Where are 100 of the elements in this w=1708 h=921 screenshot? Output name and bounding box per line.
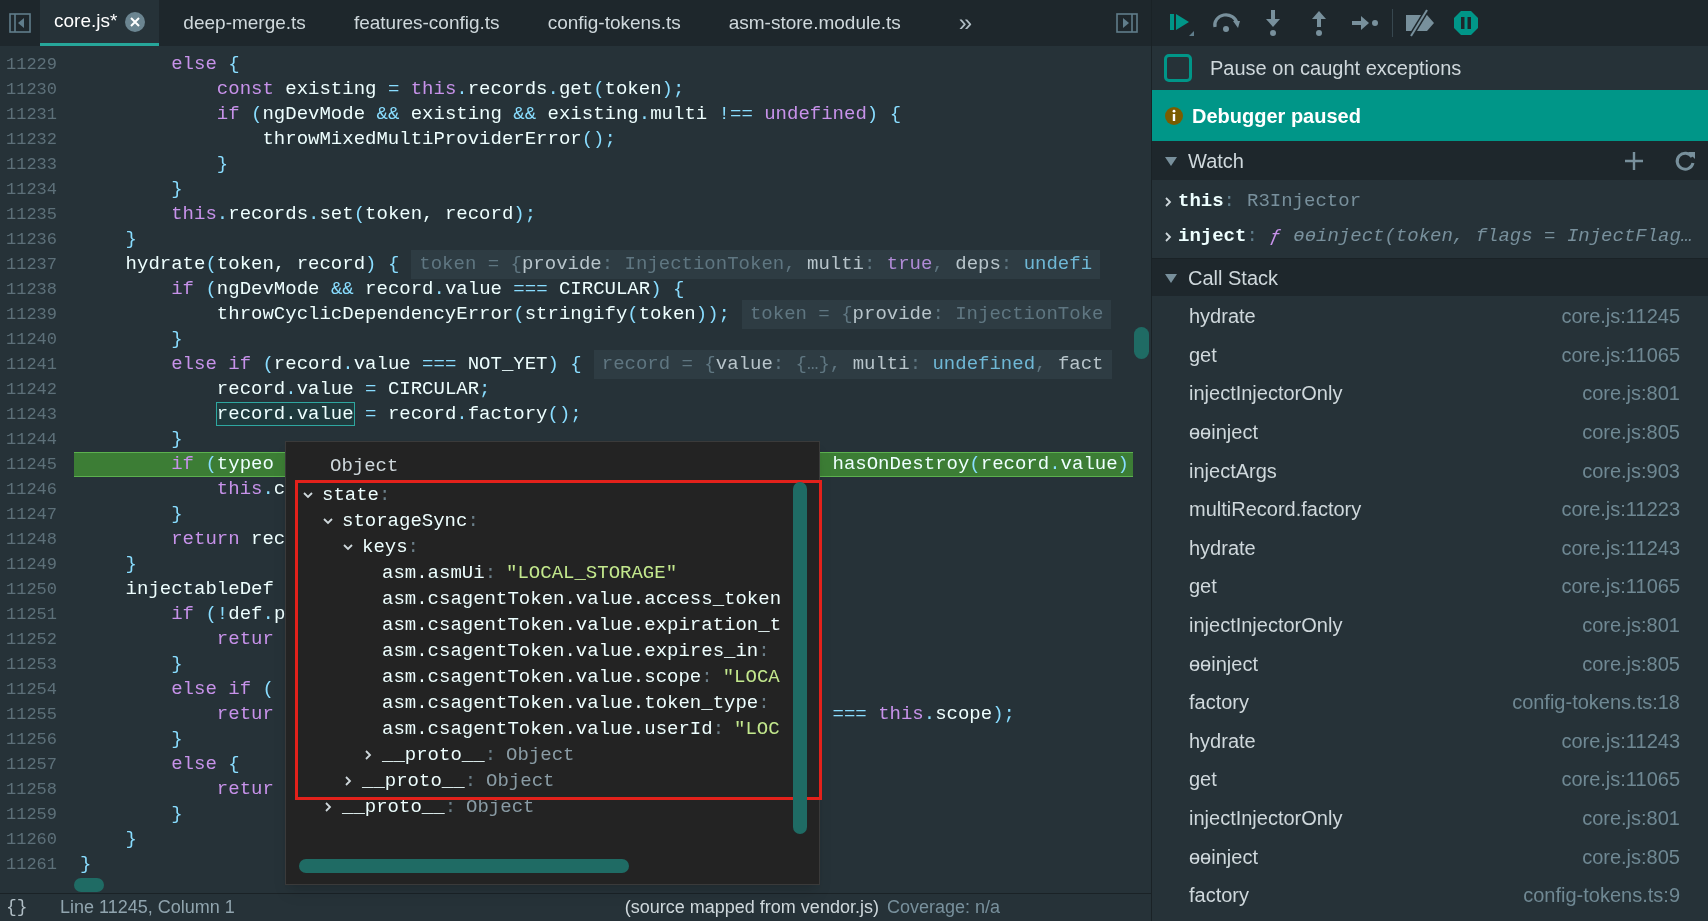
step-over-icon bbox=[1211, 11, 1243, 35]
function-name[interactable]: get bbox=[1189, 339, 1217, 370]
line-number: 11250 bbox=[5, 578, 58, 601]
watch-value: R3Injector bbox=[1247, 189, 1362, 215]
function-name[interactable]: injectArgs bbox=[1189, 455, 1277, 486]
chevron-down-icon[interactable] bbox=[342, 541, 354, 553]
source-location[interactable]: core.js:11243 bbox=[1561, 532, 1680, 563]
section-title: Watch bbox=[1188, 148, 1244, 174]
code-line: } bbox=[170, 177, 183, 203]
function-marker: ƒ bbox=[1269, 224, 1282, 250]
line-number: 11229 bbox=[5, 53, 58, 76]
function-name[interactable]: injectInjectorOnly bbox=[1189, 610, 1343, 641]
function-name[interactable]: get bbox=[1189, 571, 1217, 602]
scrollbar-thumb[interactable] bbox=[299, 859, 629, 873]
source-location[interactable]: core.js:903 bbox=[1582, 455, 1680, 486]
checkbox[interactable] bbox=[1164, 54, 1192, 82]
line-number: 11243 bbox=[5, 403, 58, 426]
code-line: retur bbox=[215, 627, 274, 653]
cursor-position: Line 11245, Column 1 bbox=[60, 896, 235, 919]
code-line: throwMixedMultiProviderError(); bbox=[261, 127, 616, 153]
tab-label: core.js* bbox=[54, 9, 118, 34]
code-line: } bbox=[170, 802, 183, 828]
code-line: else { bbox=[170, 752, 240, 778]
chevron-right-icon[interactable] bbox=[342, 775, 354, 787]
checkbox-label: Pause on caught exceptions bbox=[1210, 56, 1462, 81]
source-location[interactable]: config-tokens.ts:18 bbox=[1512, 687, 1680, 718]
plus-icon[interactable] bbox=[1624, 150, 1644, 171]
more-tabs-button[interactable]: » bbox=[958, 0, 973, 46]
chevron-down-icon[interactable] bbox=[322, 515, 334, 527]
chevron-right-icon[interactable] bbox=[362, 749, 374, 761]
chevron-down-icon[interactable] bbox=[302, 489, 314, 501]
function-name[interactable]: ɵɵinject bbox=[1189, 417, 1258, 448]
source-location[interactable]: core.js:805 bbox=[1582, 648, 1680, 679]
source-location[interactable]: config-tokens.ts:9 bbox=[1523, 880, 1680, 911]
property-value: "LOCAL_STORAGE" bbox=[506, 560, 678, 586]
chevron-right-icon[interactable] bbox=[322, 801, 334, 813]
line-number: 11242 bbox=[5, 378, 58, 401]
editor-tab[interactable]: asm-store.module.ts bbox=[704, 0, 925, 46]
source-location[interactable]: core.js:801 bbox=[1582, 378, 1680, 409]
editor-tab[interactable]: deep-merge.ts bbox=[159, 0, 330, 46]
function-name[interactable]: ɵɵinject bbox=[1189, 841, 1258, 872]
source-map-note: (source mapped from vendor.js) bbox=[624, 896, 879, 919]
source-location[interactable]: core.js:11065 bbox=[1561, 571, 1680, 602]
scrollbar-thumb[interactable] bbox=[793, 482, 807, 834]
source-location[interactable]: core.js:11223 bbox=[1561, 494, 1680, 525]
line-number: 11255 bbox=[5, 703, 58, 726]
line-number: 11247 bbox=[5, 503, 58, 526]
code-line: if (ngDevMode && record.value === CIRCULAR) { bbox=[170, 277, 685, 303]
chevron-right-icon[interactable] bbox=[1162, 230, 1174, 243]
pause-icon bbox=[1453, 10, 1479, 36]
function-name[interactable]: factory bbox=[1189, 880, 1250, 911]
watch-name: inject: bbox=[1178, 224, 1258, 250]
section-header[interactable]: Call Stack bbox=[1152, 259, 1708, 296]
line-number: 11241 bbox=[5, 353, 58, 376]
function-name[interactable]: get bbox=[1189, 764, 1217, 795]
source-location[interactable]: core.js:11245 bbox=[1561, 301, 1680, 332]
chevron-right-icon[interactable] bbox=[1162, 195, 1174, 208]
function-name[interactable]: injectInjectorOnly bbox=[1189, 378, 1343, 409]
source-location[interactable]: core.js:11065 bbox=[1561, 339, 1680, 370]
line-number: 11257 bbox=[5, 753, 58, 776]
function-name[interactable]: hydrate bbox=[1189, 725, 1256, 756]
source-location[interactable]: core.js:801 bbox=[1582, 610, 1680, 641]
section-header[interactable]: Watch bbox=[1152, 141, 1708, 180]
sidebar-toggle-icon[interactable] bbox=[9, 13, 31, 33]
panel-toggle-icon[interactable] bbox=[1116, 13, 1138, 33]
code-line: else if ( bbox=[170, 677, 274, 703]
scrollbar-thumb[interactable] bbox=[1134, 327, 1149, 359]
line-number: 11233 bbox=[5, 153, 58, 176]
editor-tab[interactable]: config-tokens.ts bbox=[523, 0, 705, 46]
source-location[interactable]: core.js:805 bbox=[1582, 417, 1680, 448]
source-location[interactable]: core.js:805 bbox=[1582, 841, 1680, 872]
function-name[interactable]: ɵɵinject bbox=[1189, 648, 1258, 679]
function-name[interactable]: injectInjectorOnly bbox=[1189, 803, 1343, 833]
popup-title: Object bbox=[330, 454, 399, 479]
coverage-status: Coverage: n/a bbox=[886, 896, 1000, 919]
editor-tab[interactable]: features-config.ts bbox=[329, 0, 524, 46]
line-number: 11249 bbox=[5, 553, 58, 576]
function-name[interactable]: factory bbox=[1189, 687, 1250, 718]
function-name[interactable]: hydrate bbox=[1189, 532, 1256, 563]
source-location[interactable]: core.js:11243 bbox=[1561, 725, 1680, 756]
code-line: const existing = this.records.get(token); bbox=[215, 77, 685, 103]
line-number: 11256 bbox=[5, 728, 58, 751]
source-location[interactable]: core.js:11065 bbox=[1561, 764, 1680, 795]
line-number: 11245 bbox=[5, 453, 58, 476]
code-line: return rec bbox=[170, 527, 286, 553]
source-location[interactable]: core.js:801 bbox=[1582, 803, 1680, 833]
line-number: 11235 bbox=[5, 203, 58, 226]
line-number: 11252 bbox=[5, 628, 58, 651]
line-number: 11254 bbox=[5, 678, 58, 701]
pretty-print-button[interactable]: {} bbox=[6, 894, 40, 921]
scrollbar-thumb[interactable] bbox=[74, 878, 104, 892]
line-number: 11246 bbox=[5, 478, 58, 501]
function-name[interactable]: multiRecord.factory bbox=[1189, 494, 1362, 525]
function-name[interactable]: hydrate bbox=[1189, 301, 1256, 332]
line-number: 11232 bbox=[5, 128, 58, 151]
editor-tab[interactable]: core.js* bbox=[40, 0, 160, 46]
refresh-icon[interactable] bbox=[1674, 149, 1696, 172]
line-number: 11251 bbox=[5, 603, 58, 626]
code-line: else { bbox=[170, 52, 240, 78]
close-icon[interactable] bbox=[125, 11, 146, 32]
